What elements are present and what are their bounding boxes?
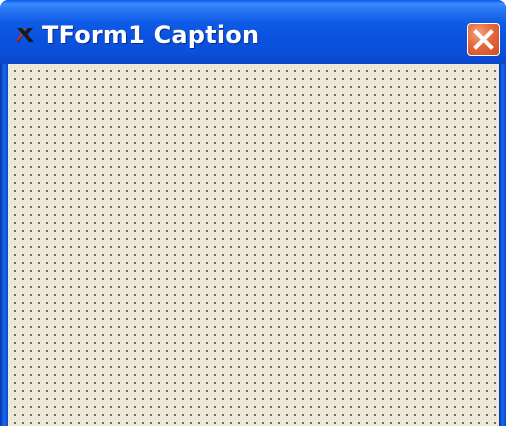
window-border-right[interactable] (499, 64, 506, 426)
form-client-area[interactable] (8, 64, 499, 426)
title-bar[interactable]: TForm1 Caption (0, 0, 506, 64)
x-app-icon[interactable] (14, 24, 36, 44)
close-icon (473, 29, 494, 50)
window-title: TForm1 Caption (42, 21, 260, 49)
form-window: TForm1 Caption (0, 0, 506, 426)
window-border-left[interactable] (0, 64, 8, 426)
close-button[interactable] (467, 23, 500, 56)
